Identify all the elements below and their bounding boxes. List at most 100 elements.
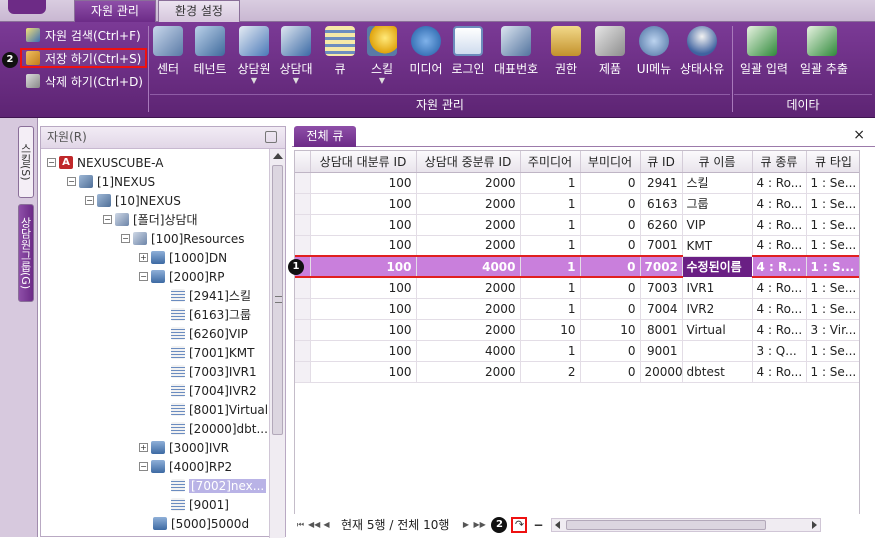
tree-node[interactable]: [20000]dbt... xyxy=(171,419,268,438)
tree-node-selected[interactable]: [7002]nex... xyxy=(171,476,267,495)
cell-main-media[interactable]: 1 xyxy=(520,193,581,215)
cell-queue-type[interactable]: 1 : Se... xyxy=(806,361,859,383)
cell-queue-id[interactable]: 9001 xyxy=(640,340,683,362)
cell-sub-media[interactable]: 0 xyxy=(580,214,641,236)
collapse-icon[interactable]: − xyxy=(139,272,148,281)
cell-major-id[interactable]: 100 xyxy=(310,277,417,299)
cell-mid-id[interactable]: 2000 xyxy=(416,235,521,257)
cell-major-id[interactable]: 100 xyxy=(310,214,417,236)
cell-main-media[interactable]: 10 xyxy=(520,319,581,341)
cell-major-id[interactable]: 100 xyxy=(310,172,417,194)
side-tab-agent-group[interactable]: 상담원그룹(G) xyxy=(18,204,34,302)
cell-queue-kind[interactable]: 4 : Ro... xyxy=(752,214,807,236)
cell-queue-type[interactable]: 1 : Se... xyxy=(806,277,859,299)
cell-queue-id[interactable]: 7003 xyxy=(640,277,683,299)
table-row-selected[interactable]: 100 4000 1 0 7002 수정된이름 4 : R... 1 : S..… xyxy=(295,255,859,278)
collapse-icon[interactable]: − xyxy=(121,234,130,243)
cell-queue-type[interactable]: 1 : Se... xyxy=(806,235,859,257)
tree-node[interactable]: [6260]VIP xyxy=(171,324,248,343)
pin-icon[interactable] xyxy=(265,131,277,143)
cell-queue-type[interactable]: 3 : Vir... xyxy=(806,319,859,341)
cell-queue-id[interactable]: 6260 xyxy=(640,214,683,236)
cell-queue-kind[interactable]: 3 : Q... xyxy=(752,340,807,362)
table-row[interactable]: 100 2000 1 0 2941 스킬 4 : Ro... 1 : Se... xyxy=(295,172,859,194)
row-header[interactable] xyxy=(295,340,311,362)
cell-queue-type[interactable]: 1 : Se... xyxy=(806,193,859,215)
row-header[interactable] xyxy=(295,214,311,236)
cell-queue-id[interactable]: 7004 xyxy=(640,298,683,320)
permission-button[interactable]: 권한 xyxy=(544,26,588,92)
cell-sub-media[interactable]: 0 xyxy=(580,235,641,257)
cell-queue-kind[interactable]: 4 : Ro... xyxy=(752,193,807,215)
cell-queue-name[interactable]: IVR2 xyxy=(682,298,753,320)
tree-node[interactable]: − [4000]RP2 xyxy=(139,457,232,476)
cell-mid-id[interactable]: 2000 xyxy=(416,172,521,194)
column-header[interactable]: 부미디어 xyxy=(580,151,641,173)
tree-node[interactable]: − [100]Resources xyxy=(121,229,245,248)
tree-node[interactable]: − [10]NEXUS xyxy=(85,191,181,210)
cell-mid-id[interactable]: 2000 xyxy=(416,298,521,320)
status-reason-button[interactable]: 상태사유 xyxy=(680,26,724,92)
tree-vertical-scrollbar[interactable] xyxy=(269,149,285,538)
cell-sub-media[interactable]: 0 xyxy=(580,172,641,194)
cell-queue-type[interactable]: 1 : S... xyxy=(806,255,859,278)
table-row[interactable]: 100 4000 1 0 9001 3 : Q... 1 : Se... xyxy=(295,340,859,362)
cell-queue-kind[interactable]: 4 : Ro... xyxy=(752,277,807,299)
cell-major-id[interactable]: 100 xyxy=(310,298,417,320)
save-command[interactable]: 저장 하기(Ctrl+S) xyxy=(20,48,148,68)
tenant-button[interactable]: 테넌트 xyxy=(188,26,232,92)
cell-main-media[interactable]: 1 xyxy=(520,298,581,320)
cell-queue-id[interactable]: 20000 xyxy=(640,361,683,383)
refresh-icon[interactable]: ↷ xyxy=(511,516,528,533)
table-row[interactable]: 100 2000 1 0 7003 IVR1 4 : Ro... 1 : Se.… xyxy=(295,277,859,299)
search-resource-command[interactable]: 자원 검색(Ctrl+F) xyxy=(22,25,145,45)
cell-mid-id[interactable]: 4000 xyxy=(416,340,521,362)
tree-node[interactable]: [7001]KMT xyxy=(171,343,254,362)
cell-major-id[interactable]: 100 xyxy=(310,319,417,341)
center-button[interactable]: 센터 xyxy=(146,26,190,92)
row-header[interactable] xyxy=(295,172,311,194)
first-page-icon[interactable]: ⏮ xyxy=(295,519,306,530)
ui-menu-button[interactable]: UI메뉴 xyxy=(632,26,676,92)
rep-number-button[interactable]: 대표번호 xyxy=(494,26,538,92)
cell-queue-name[interactable] xyxy=(682,340,753,362)
cell-sub-media[interactable]: 0 xyxy=(580,340,641,362)
tab-environment-settings[interactable]: 환경 설정 xyxy=(158,0,240,22)
row-header[interactable] xyxy=(295,235,311,257)
media-button[interactable]: 미디어 xyxy=(404,26,448,92)
tree-node[interactable]: [6163]그룹 xyxy=(171,305,251,324)
delete-command[interactable]: 삭제 하기(Ctrl+D) xyxy=(22,71,147,91)
cell-queue-id[interactable]: 8001 xyxy=(640,319,683,341)
cell-queue-name[interactable]: KMT xyxy=(682,235,753,257)
cell-sub-media[interactable]: 0 xyxy=(580,193,641,215)
collapse-icon[interactable]: − xyxy=(47,158,56,167)
tree-node[interactable]: − [2000]RP xyxy=(139,267,224,286)
cell-queue-kind[interactable]: 4 : Ro... xyxy=(752,172,807,194)
tree-node[interactable]: + [1000]DN xyxy=(139,248,227,267)
cell-sub-media[interactable]: 0 xyxy=(580,277,641,299)
cell-queue-id[interactable]: 7001 xyxy=(640,235,683,257)
cell-major-id[interactable]: 100 xyxy=(310,340,417,362)
row-header[interactable] xyxy=(295,277,311,299)
cell-queue-kind[interactable]: 4 : Ro... xyxy=(752,361,807,383)
expand-icon[interactable]: + xyxy=(139,253,148,262)
row-header[interactable] xyxy=(295,361,311,383)
cell-queue-kind[interactable]: 4 : R... xyxy=(752,255,807,278)
tree-node[interactable]: [7004]IVR2 xyxy=(171,381,257,400)
row-header[interactable] xyxy=(295,319,311,341)
product-button[interactable]: 제품 xyxy=(588,26,632,92)
scroll-right-icon[interactable] xyxy=(812,520,818,529)
bulk-import-button[interactable]: 일괄 입력 xyxy=(740,26,788,92)
cell-main-media[interactable]: 1 xyxy=(520,340,581,362)
tree-node[interactable]: [9001] xyxy=(171,495,229,514)
cell-queue-name[interactable]: 스킬 xyxy=(682,172,753,194)
cell-major-id[interactable]: 100 xyxy=(310,235,417,257)
column-header[interactable]: 큐 타입 xyxy=(806,151,859,173)
tree-node[interactable]: [7003]IVR1 xyxy=(171,362,257,381)
cell-major-id[interactable]: 100 xyxy=(310,361,417,383)
tab-all-queues[interactable]: 전체 큐 xyxy=(294,126,356,147)
table-row[interactable]: 100 2000 1 0 7001 KMT 4 : Ro... 1 : Se..… xyxy=(295,235,859,257)
cell-main-media[interactable]: 1 xyxy=(520,235,581,257)
cell-queue-kind[interactable]: 4 : Ro... xyxy=(752,319,807,341)
cell-queue-id[interactable]: 6163 xyxy=(640,193,683,215)
